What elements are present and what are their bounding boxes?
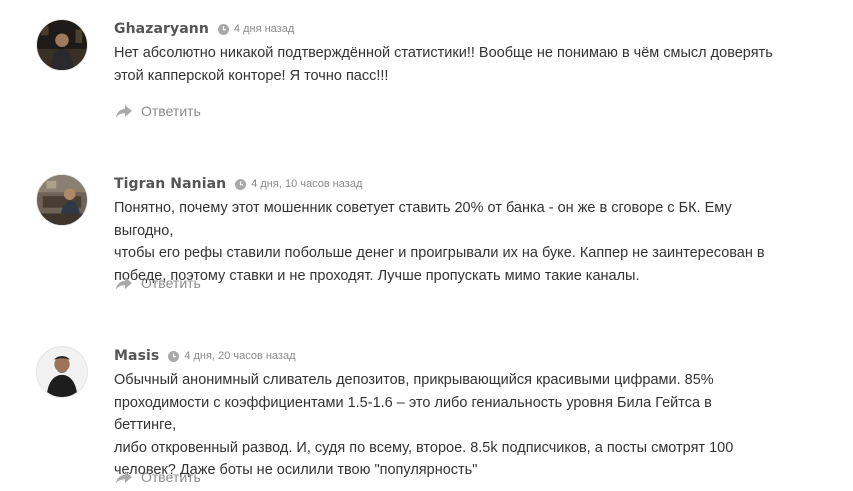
comment-meta: Masis 4 дня, 20 часов назад bbox=[114, 347, 296, 365]
clock-icon bbox=[235, 178, 247, 190]
comment-text-line: Обычный анонимный сливатель депозитов, п… bbox=[114, 372, 714, 388]
reply-label: Ответить bbox=[141, 103, 201, 119]
reply-arrow-icon bbox=[115, 104, 133, 118]
comment-meta: Tigran Nanian 4 дня, 10 часов назад bbox=[114, 175, 362, 193]
reply-label: Ответить bbox=[141, 275, 201, 291]
reply-button[interactable]: Ответить bbox=[115, 275, 201, 291]
avatar[interactable] bbox=[36, 346, 88, 398]
comment-text-line: проходимости с коэффициентами 1.5-1.6 – … bbox=[114, 394, 712, 434]
comment-text-line: Нет абсолютно никакой подтверждённой ста… bbox=[114, 45, 773, 61]
comment-list: Ghazaryann 4 дня назад Нет абсолютно ник… bbox=[0, 0, 853, 491]
comment-date[interactable]: 4 дня, 20 часов назад bbox=[184, 350, 295, 362]
comment-date[interactable]: 4 дня назад bbox=[234, 23, 294, 35]
comment-text: Понятно, почему этот мошенник советует с… bbox=[114, 197, 774, 287]
clock-icon bbox=[168, 350, 180, 362]
comment-text: Нет абсолютно никакой подтверждённой ста… bbox=[114, 42, 774, 87]
comment-author[interactable]: Ghazaryann bbox=[114, 21, 209, 37]
comment-date[interactable]: 4 дня, 10 часов назад bbox=[251, 178, 362, 190]
comment-text-line: этой капперской конторе! Я точно пасс!!! bbox=[114, 67, 389, 84]
avatar[interactable] bbox=[36, 174, 88, 226]
comment-author[interactable]: Tigran Nanian bbox=[114, 176, 226, 192]
comment-meta: Ghazaryann 4 дня назад bbox=[114, 20, 294, 38]
reply-button[interactable]: Ответить bbox=[115, 103, 201, 119]
comment-author[interactable]: Masis bbox=[114, 348, 159, 364]
avatar[interactable] bbox=[36, 19, 88, 71]
reply-label: Ответить bbox=[141, 469, 201, 485]
comment-text: Обычный анонимный сливатель депозитов, п… bbox=[114, 369, 774, 482]
clock-icon bbox=[217, 23, 229, 35]
reply-button[interactable]: Ответить bbox=[115, 469, 201, 485]
reply-arrow-icon bbox=[115, 276, 133, 290]
comment-text-line: Понятно, почему этот мошенник советует с… bbox=[114, 200, 732, 239]
comment-text-line: чтобы его рефы ставили побольше денег и … bbox=[114, 245, 765, 261]
comment-text-line: либо откровенный развод. И, судя по всем… bbox=[114, 439, 734, 456]
reply-arrow-icon bbox=[115, 470, 133, 484]
